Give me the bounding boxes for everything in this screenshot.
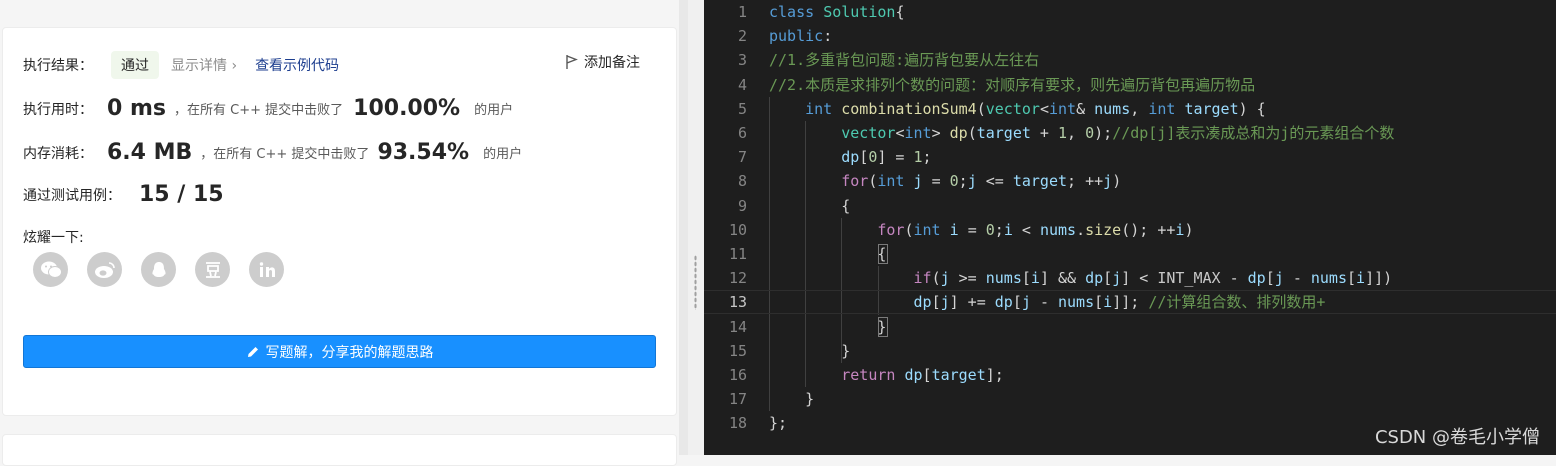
watermark: CSDN @卷毛小学僧 — [1374, 427, 1540, 448]
runtime-value: 0 ms — [107, 96, 166, 121]
share-row: 炫耀一下: — [23, 227, 84, 247]
code-text: for(int i = 0;i < nums.size(); ++i) — [877, 220, 1194, 239]
line-number: 18 — [728, 414, 747, 433]
line-number: 2 — [737, 27, 747, 46]
code-line[interactable]: 3 //1.多重背包问题:遍历背包要从左往右 — [704, 48, 1556, 72]
submission-result-card: 执行结果： 通过 显示详情 › 查看示例代码 添加备注 执行用时： 0 ms ，… — [2, 27, 677, 416]
code-line[interactable]: 10 for(int i = 0;i < nums.size(); ++i) — [704, 218, 1556, 242]
show-detail-link[interactable]: 显示详情 › — [171, 55, 237, 75]
code-text: { — [769, 245, 887, 263]
code-line[interactable]: 14 } — [704, 315, 1556, 339]
code-text: public: — [769, 27, 833, 46]
code-text: dp[j] += dp[j - nums[i]]; //计算组合数、排列数用+ — [913, 293, 1326, 312]
code-text: //2.本质是求排列个数的问题：对顺序有要求，则先遍历背包再遍历物品 — [769, 75, 1256, 94]
code-line[interactable]: 11 { — [704, 242, 1556, 266]
code-line[interactable]: 9 { — [704, 194, 1556, 218]
line-number: 14 — [728, 317, 747, 336]
line-number: 4 — [737, 75, 747, 94]
exec-result-row: 执行结果： 通过 显示详情 › 查看示例代码 — [23, 51, 339, 79]
pencil-icon — [247, 346, 258, 357]
line-number: 12 — [728, 269, 747, 288]
runtime-row: 执行用时： 0 ms ，在所有 C++ 提交中击败了 100.00% 的用户 — [23, 96, 513, 121]
runtime-label: 执行用时： — [23, 101, 93, 118]
code-line[interactable]: 1 class Solution{ — [704, 0, 1556, 24]
line-number: 13 — [728, 293, 747, 312]
pane-divider[interactable] — [688, 0, 704, 455]
code-text: //1.多重背包问题:遍历背包要从左往右 — [769, 51, 1040, 70]
code-text: }; — [769, 414, 788, 433]
code-text: return dp[target]; — [841, 366, 1004, 384]
resize-grip-icon[interactable] — [694, 255, 697, 310]
line-number: 8 — [737, 172, 747, 191]
code-line[interactable]: 7 dp[0] = 1; — [704, 145, 1556, 169]
memory-percent: 93.54% — [377, 140, 470, 165]
qq-icon[interactable] — [141, 252, 176, 287]
tests-value: 15 / 15 — [139, 182, 224, 207]
line-number: 11 — [728, 245, 747, 263]
runtime-percent: 100.00% — [353, 96, 461, 121]
line-number: 17 — [728, 390, 747, 409]
exec-result-label: 执行结果： — [23, 58, 93, 74]
add-note-button[interactable]: 添加备注 — [565, 52, 640, 72]
line-number: 7 — [737, 148, 747, 167]
douban-icon[interactable] — [195, 252, 230, 287]
code-text: vector<int> dp(target + 1, 0);//dp[j]表示凑… — [841, 124, 1395, 142]
runtime-text: ，在所有 C++ 提交中击败了 — [174, 103, 344, 118]
code-text: } — [769, 390, 815, 409]
code-line[interactable]: 8 for(int j = 0;j <= target; ++j) — [704, 169, 1556, 193]
code-line[interactable]: 12 if(j >= nums[i] && dp[j] < INT_MAX - … — [704, 266, 1556, 290]
code-line[interactable]: 5 int combinationSum4(vector<int& nums, … — [704, 97, 1556, 121]
line-number: 10 — [728, 220, 747, 239]
runtime-suffix: 的用户 — [474, 103, 514, 118]
code-line[interactable]: 16 return dp[target]; — [704, 363, 1556, 387]
secondary-card — [2, 434, 677, 466]
memory-row: 内存消耗： 6.4 MB ，在所有 C++ 提交中击败了 93.54% 的用户 — [23, 140, 522, 165]
code-text: int combinationSum4(vector<int& nums, in… — [805, 99, 1266, 118]
line-number: 15 — [728, 341, 747, 360]
write-solution-button[interactable]: 写题解，分享我的解题思路 — [23, 335, 656, 368]
line-number: 16 — [728, 366, 747, 384]
code-editor[interactable]: 1 class Solution{ 2 public: 3 //1.多重背包问题:遍历背包… — [704, 0, 1556, 455]
code-text: } — [769, 341, 851, 360]
memory-label: 内存消耗： — [23, 145, 93, 162]
memory-text: ，在所有 C++ 提交中击败了 — [200, 147, 370, 162]
memory-value: 6.4 MB — [107, 140, 193, 165]
memory-suffix: 的用户 — [483, 147, 523, 162]
code-line[interactable]: 13 dp[j] += dp[j - nums[i]]; //计算组合数、排列数… — [704, 290, 1556, 315]
view-example-link[interactable]: 查看示例代码 — [255, 55, 339, 75]
line-number: 3 — [737, 51, 747, 70]
code-line[interactable]: 6 vector<int> dp(target + 1, 0);//dp[j]表… — [704, 121, 1556, 145]
flag-icon — [566, 55, 578, 69]
linkedin-icon[interactable] — [249, 252, 284, 287]
code-line[interactable]: 15 } — [704, 339, 1556, 363]
line-number: 5 — [737, 99, 747, 118]
result-panel: 执行结果： 通过 显示详情 › 查看示例代码 添加备注 执行用时： 0 ms ，… — [0, 0, 688, 466]
share-label: 炫耀一下: — [23, 230, 84, 246]
code-text: for(int j = 0;j <= target; ++j) — [841, 172, 1122, 191]
line-number: 1 — [737, 3, 747, 21]
wechat-icon[interactable] — [33, 252, 68, 287]
line-number: 9 — [737, 196, 747, 215]
code-text: } — [769, 317, 887, 336]
code-line[interactable]: 2 public: — [704, 24, 1556, 48]
code-text: class Solution{ — [769, 3, 905, 21]
line-number: 6 — [737, 124, 747, 142]
weibo-icon[interactable] — [87, 252, 122, 287]
code-text: { — [769, 196, 851, 215]
code-line[interactable]: 4 //2.本质是求排列个数的问题：对顺序有要求，则先遍历背包再遍历物品 — [704, 73, 1556, 97]
code-text: dp[0] = 1; — [841, 148, 932, 167]
code-line[interactable]: 17 } — [704, 387, 1556, 411]
code-text: if(j >= nums[i] && dp[j] < INT_MAX - dp[… — [913, 269, 1393, 288]
status-badge: 通过 — [111, 51, 159, 79]
tests-row: 通过测试用例： 15 / 15 — [23, 182, 224, 207]
left-scrollbar[interactable] — [679, 0, 688, 455]
tests-label: 通过测试用例： — [23, 187, 121, 204]
share-icons — [33, 252, 284, 287]
